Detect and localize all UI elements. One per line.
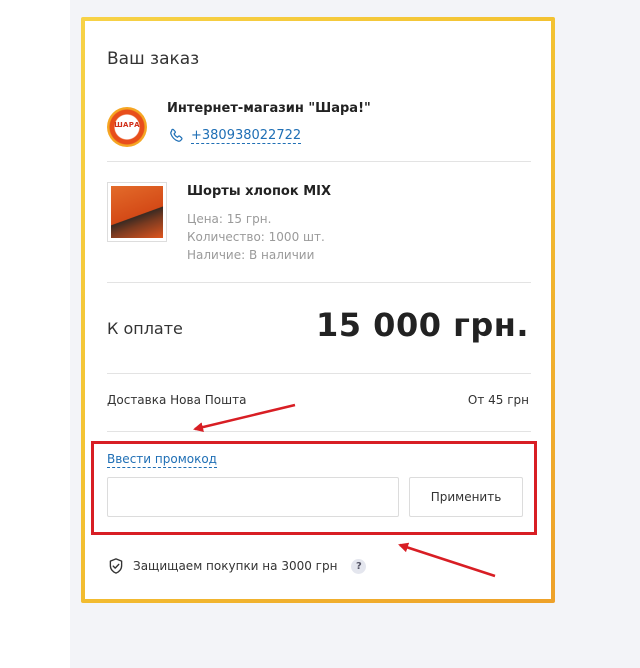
seller-phone-link[interactable]: +380938022722 (191, 128, 302, 144)
order-title: Ваш заказ (107, 49, 200, 69)
shield-icon (109, 558, 123, 574)
promo-code-input[interactable] (107, 477, 399, 517)
divider (107, 161, 531, 162)
divider (107, 373, 531, 374)
phone-icon (170, 128, 183, 142)
divider (107, 282, 531, 283)
seller-logo-text: ШАРА (114, 121, 140, 129)
apply-promo-button[interactable]: Применить (409, 477, 523, 517)
payment-total: 15 000 грн. (316, 306, 529, 344)
seller-name: Интернет-магазин "Шара!" (167, 101, 371, 116)
order-card: Ваш заказ ШАРА Интернет-магазин "Шара!" … (85, 21, 551, 599)
buyer-protection: Защищаем покупки на 3000 грн ? (107, 557, 367, 575)
delivery-label: Доставка Нова Пошта (107, 393, 247, 407)
payment-label: К оплате (107, 319, 183, 338)
product-price: Цена: 15 грн. (187, 212, 272, 226)
seller-phone[interactable]: +380938022722 (167, 127, 302, 145)
order-card-frame: Ваш заказ ШАРА Интернет-магазин "Шара!" … (81, 17, 555, 603)
product-thumbnail[interactable] (107, 182, 167, 242)
help-icon[interactable]: ? (351, 558, 367, 574)
product-image (111, 186, 163, 238)
product-availability: Наличие: В наличии (187, 248, 315, 262)
seller-logo[interactable]: ШАРА (107, 107, 147, 147)
promo-code-link[interactable]: Ввести промокод (107, 452, 217, 468)
divider (107, 431, 531, 432)
buyer-protection-text: Защищаем покупки на 3000 грн (133, 559, 338, 573)
product-quantity: Количество: 1000 шт. (187, 230, 325, 244)
product-name[interactable]: Шорты хлопок MIX (187, 184, 331, 199)
delivery-price: От 45 грн (467, 393, 529, 407)
seller-block: ШАРА Интернет-магазин "Шара!" +380938022… (107, 97, 531, 161)
product-item: Шорты хлопок MIX Цена: 15 грн. Количеств… (107, 182, 531, 282)
